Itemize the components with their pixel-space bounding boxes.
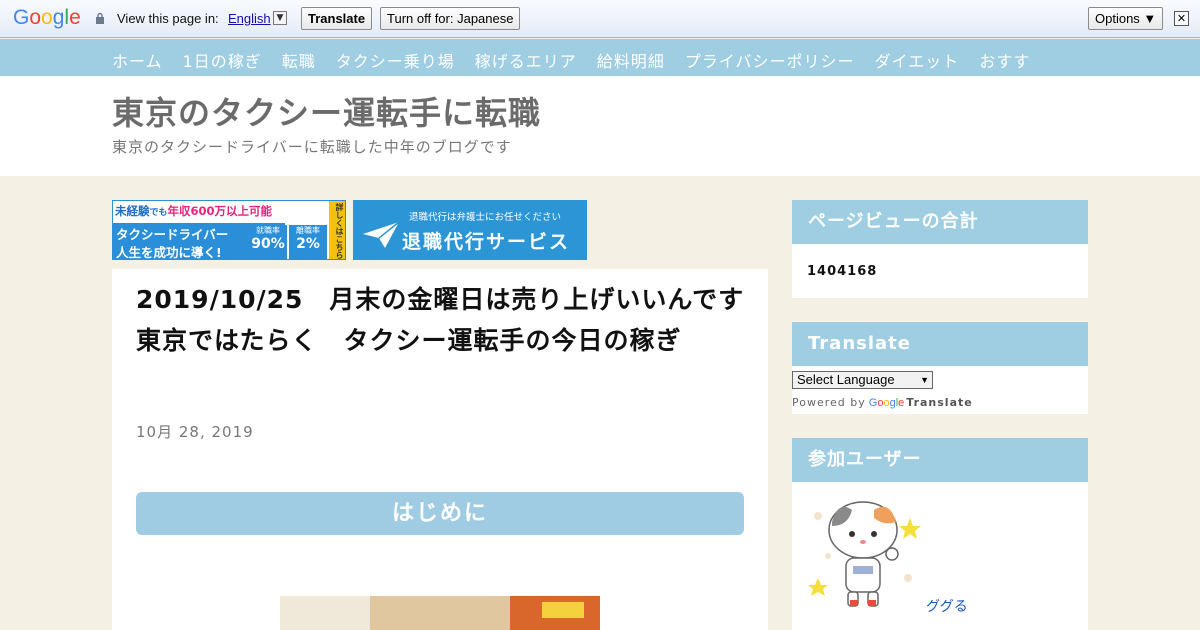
site-description: 東京のタクシードライバーに転職した中年のブログです bbox=[112, 138, 512, 156]
language-select[interactable]: Select Language ▼ bbox=[792, 371, 933, 389]
google-small-logo[interactable]: Google bbox=[869, 397, 905, 409]
pageviews-widget: ページビューの合計 1404168 bbox=[792, 200, 1088, 298]
site-title[interactable]: 東京のタクシー運転手に転職 bbox=[112, 88, 541, 134]
pageviews-title: ページビューの合計 bbox=[792, 200, 1088, 244]
nav-item-recommend[interactable]: おすす bbox=[979, 52, 1030, 71]
post-photo bbox=[280, 596, 600, 630]
google-logo: Google bbox=[13, 6, 81, 29]
lock-icon bbox=[96, 12, 104, 24]
banner1-headline: 未経験でも年収600万以上可能 bbox=[115, 204, 273, 218]
users-widget: 参加ユーザー ググる bbox=[792, 438, 1088, 630]
site-header: 東京のタクシー運転手に転職 東京のタクシードライバーに転職した中年のブログです bbox=[0, 76, 1200, 176]
taxi-recruit-banner[interactable]: 未経験でも年収600万以上可能 タクシードライバー 人生を成功に導く! 就職率 9… bbox=[112, 200, 346, 260]
post-date[interactable]: 10月 28, 2019 bbox=[136, 421, 254, 442]
banner1-side-tab: 詳しくはこちら bbox=[329, 201, 345, 259]
translate-title: Translate bbox=[792, 322, 1088, 366]
banner2-subtitle: 退職代行は弁護士にお任せください bbox=[409, 212, 562, 223]
close-icon[interactable]: ✕ bbox=[1174, 11, 1189, 26]
translate-button[interactable]: Translate bbox=[301, 7, 373, 30]
main-nav: ホーム 1日の稼ぎ 転職 タクシー乗り場 稼げるエリア 給料明細 プライバシーポリシー ダイエ… bbox=[0, 39, 1200, 76]
banner1-stat-leave: 離職率 2% bbox=[289, 225, 327, 259]
translate-prompt: View this page in: bbox=[117, 11, 219, 26]
post-title[interactable]: 2019/10/25 月末の金曜日は売り上げいいんです 東京ではたらく タクシー… bbox=[136, 279, 768, 361]
translate-widget: Translate Select Language ▼ Powered by Goo… bbox=[792, 322, 1088, 414]
nav-item-job-change[interactable]: 転職 bbox=[282, 52, 316, 71]
nav-item-privacy-policy[interactable]: プライバシーポリシー bbox=[685, 52, 855, 71]
users-title: 参加ユーザー bbox=[792, 438, 1088, 482]
nav-item-home[interactable]: ホーム bbox=[112, 52, 163, 71]
cat-astronaut-avatar[interactable] bbox=[808, 496, 924, 612]
banner1-stat-hire: 就職率 90% bbox=[249, 225, 287, 259]
nav-item-taxi-stand[interactable]: タクシー乗り場 bbox=[336, 52, 455, 71]
nav-item-payslip[interactable]: 給料明細 bbox=[597, 52, 665, 71]
resignation-service-banner[interactable]: 退職代行は弁護士にお任せください 退職代行サービス bbox=[353, 200, 587, 260]
translate-bar: Google View this page in: English ▼ Tran… bbox=[0, 0, 1200, 38]
user-link[interactable]: ググる bbox=[926, 596, 968, 616]
section-heading: はじめに bbox=[136, 492, 744, 535]
turn-off-button[interactable]: Turn off for: Japanese bbox=[380, 7, 521, 30]
chevron-down-icon: ▼ bbox=[920, 375, 929, 385]
options-button[interactable]: Options ▼ bbox=[1088, 7, 1164, 30]
blog-post: 2019/10/25 月末の金曜日は売り上げいいんです 東京ではたらく タクシー… bbox=[112, 269, 768, 630]
powered-by-google: Powered by Google Translate bbox=[792, 396, 973, 409]
nav-item-daily-earnings[interactable]: 1日の稼ぎ bbox=[183, 52, 262, 71]
nav-item-diet[interactable]: ダイエット bbox=[874, 52, 959, 71]
paper-plane-icon bbox=[363, 221, 400, 248]
banner2-title: 退職代行サービス bbox=[402, 231, 571, 253]
pageviews-count: 1404168 bbox=[807, 264, 878, 279]
language-link[interactable]: English bbox=[228, 11, 271, 26]
nav-item-earning-area[interactable]: 稼げるエリア bbox=[475, 52, 577, 71]
language-dropdown-icon[interactable]: ▼ bbox=[273, 11, 287, 25]
